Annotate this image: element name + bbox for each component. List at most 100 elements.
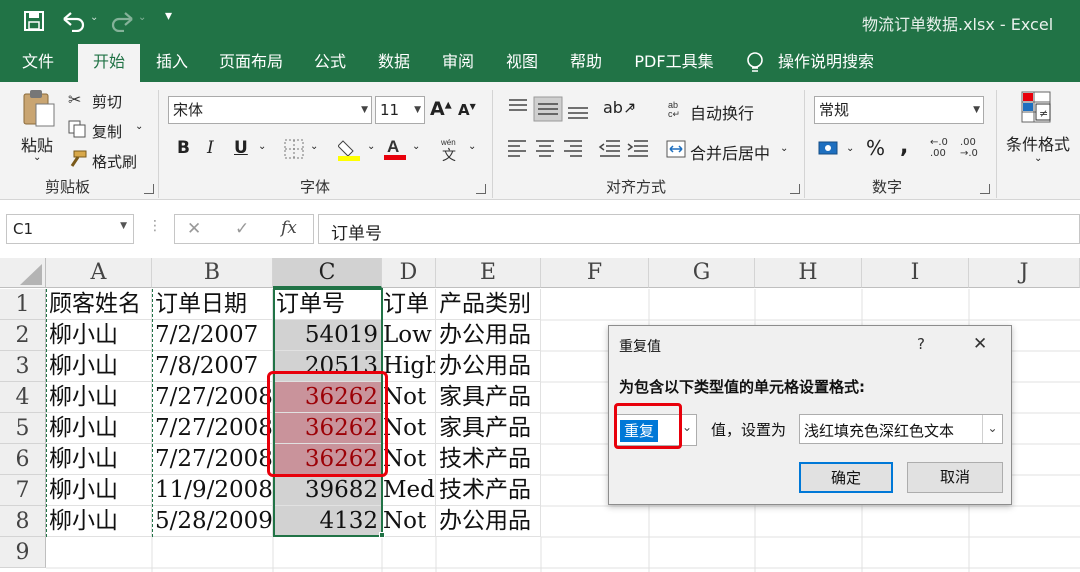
undo-icon[interactable] (62, 10, 86, 32)
font-color-dropdown-icon[interactable]: ⌄ (412, 141, 420, 152)
format-painter-button[interactable]: 格式刷 (92, 151, 137, 172)
column-header-h[interactable]: H (755, 258, 862, 288)
orientation-dropdown-icon[interactable]: ⌄ (628, 102, 636, 113)
row-header-9[interactable]: 9 (0, 537, 46, 568)
row-header-2[interactable]: 2 (0, 320, 46, 351)
column-header-b[interactable]: B (152, 258, 273, 288)
cell-b7[interactable]: 11/9/2008 (152, 475, 273, 506)
tab-data[interactable]: 数据 (370, 42, 418, 82)
cell-b5[interactable]: 7/27/2008 (152, 413, 273, 444)
borders-icon[interactable] (284, 139, 304, 159)
tab-formulas[interactable]: 公式 (306, 42, 354, 82)
number-launcher-icon[interactable] (980, 184, 990, 194)
cell-d7[interactable]: Medi (382, 475, 436, 506)
save-icon[interactable] (24, 11, 44, 31)
conditional-format-icon[interactable]: ≠ (1020, 90, 1054, 126)
align-left-icon[interactable] (508, 140, 526, 157)
tab-page-layout[interactable]: 页面布局 (212, 42, 290, 82)
decrease-indent-icon[interactable] (598, 140, 620, 157)
align-top-icon[interactable] (509, 99, 527, 111)
cell-d5[interactable]: Not (382, 413, 436, 444)
tab-review[interactable]: 审阅 (434, 42, 482, 82)
column-header-c[interactable]: C (273, 258, 382, 288)
cell-e3[interactable]: 办公用品 (436, 351, 541, 382)
cell-c4[interactable]: 36262 (273, 382, 382, 413)
cell-a7[interactable]: 柳小山 (46, 475, 152, 506)
merge-center-icon[interactable] (666, 139, 686, 159)
select-all-button[interactable] (0, 258, 46, 288)
underline-button[interactable]: U (234, 138, 248, 158)
format-painter-icon[interactable] (68, 150, 88, 168)
cell-d4[interactable]: Not (382, 382, 436, 413)
column-header-e[interactable]: E (436, 258, 541, 288)
fill-color-dropdown-icon[interactable]: ⌄ (367, 141, 375, 152)
cell-b4[interactable]: 7/27/2008 (152, 382, 273, 413)
cell-a1[interactable]: 顾客姓名 (46, 289, 152, 320)
decrease-decimal-button[interactable]: .00 →.0 (960, 137, 986, 159)
cell-a6[interactable]: 柳小山 (46, 444, 152, 475)
cell-c7[interactable]: 39682 (273, 475, 382, 506)
row-header-6[interactable]: 6 (0, 444, 46, 475)
cell-a8[interactable]: 柳小山 (46, 506, 152, 537)
phonetic-dropdown-icon[interactable]: ⌄ (468, 141, 476, 152)
ok-button[interactable]: 确定 (799, 462, 893, 493)
increase-font-size-icon[interactable]: A▲ (430, 98, 452, 120)
row-header-8[interactable]: 8 (0, 506, 46, 537)
increase-indent-icon[interactable] (627, 140, 648, 157)
redo-icon[interactable] (110, 10, 134, 32)
scissors-icon[interactable]: ✂ (68, 90, 81, 109)
cell-d1[interactable]: 订单 (382, 289, 436, 320)
tab-home[interactable]: 开始 (78, 44, 140, 82)
cell-b6[interactable]: 7/27/2008 (152, 444, 273, 475)
tab-file[interactable]: 文件 (14, 42, 62, 82)
number-format-select[interactable]: 常规 ▼ (814, 96, 984, 124)
copy-button[interactable]: 复制 (92, 121, 122, 142)
tab-insert[interactable]: 插入 (148, 42, 196, 82)
cell-e2[interactable]: 办公用品 (436, 320, 541, 351)
tell-me-search[interactable]: 操作说明搜索 (776, 42, 876, 82)
clipboard-launcher-icon[interactable] (144, 184, 154, 194)
copy-dropdown-icon[interactable]: ⌄ (135, 121, 143, 132)
cell-b1[interactable]: 订单日期 (152, 289, 273, 320)
underline-dropdown-icon[interactable]: ⌄ (258, 141, 266, 152)
conditional-format-button[interactable]: 条件格式 (1006, 131, 1070, 155)
bold-button[interactable]: B (177, 138, 190, 158)
accounting-format-icon[interactable] (818, 138, 840, 160)
cell-e4[interactable]: 家具产品 (436, 382, 541, 413)
cell-b8[interactable]: 5/28/2009 (152, 506, 273, 537)
font-size-select[interactable]: 11 ▼ (375, 96, 425, 124)
align-center-icon[interactable] (536, 140, 554, 157)
cell-b3[interactable]: 7/8/2007 (152, 351, 273, 382)
cell-c5[interactable]: 36262 (273, 413, 382, 444)
cell-a3[interactable]: 柳小山 (46, 351, 152, 382)
merge-dropdown-icon[interactable]: ⌄ (780, 143, 788, 154)
column-header-d[interactable]: D (382, 258, 436, 288)
cut-button[interactable]: 剪切 (92, 91, 122, 112)
cell-e8[interactable]: 办公用品 (436, 506, 541, 537)
copy-icon[interactable] (68, 120, 86, 138)
format-style-select[interactable]: 浅红填充色深红色文本 ⌄ (799, 414, 1003, 444)
tab-view[interactable]: 视图 (498, 42, 546, 82)
row-header-7[interactable]: 7 (0, 475, 46, 506)
increase-decimal-button[interactable]: ←.0 .00 (930, 137, 954, 159)
cell-d8[interactable]: Not (382, 506, 436, 537)
cell-e5[interactable]: 家具产品 (436, 413, 541, 444)
comma-style-button[interactable]: , (900, 134, 908, 159)
wrap-text-button[interactable]: 自动换行 (690, 100, 754, 124)
italic-button[interactable]: I (207, 138, 214, 158)
borders-dropdown-icon[interactable]: ⌄ (310, 141, 318, 152)
cell-a5[interactable]: 柳小山 (46, 413, 152, 444)
fill-color-icon[interactable] (338, 137, 362, 161)
tab-pdf-tools[interactable]: PDF工具集 (628, 42, 720, 82)
column-header-j[interactable]: J (969, 258, 1080, 288)
close-icon[interactable]: ✕ (973, 334, 987, 354)
phonetic-guide-icon[interactable]: wén 文 (440, 136, 462, 162)
alignment-launcher-icon[interactable] (790, 184, 800, 194)
cell-c8[interactable]: 4132 (273, 506, 382, 537)
fill-handle[interactable] (379, 532, 385, 538)
customize-qat-icon[interactable]: ▾ (165, 8, 172, 24)
cell-d6[interactable]: Not (382, 444, 436, 475)
row-header-1[interactable]: 1 (0, 289, 46, 320)
insert-function-icon[interactable]: fx (281, 218, 297, 238)
wrap-text-icon[interactable]: ab c↵ (668, 98, 686, 118)
